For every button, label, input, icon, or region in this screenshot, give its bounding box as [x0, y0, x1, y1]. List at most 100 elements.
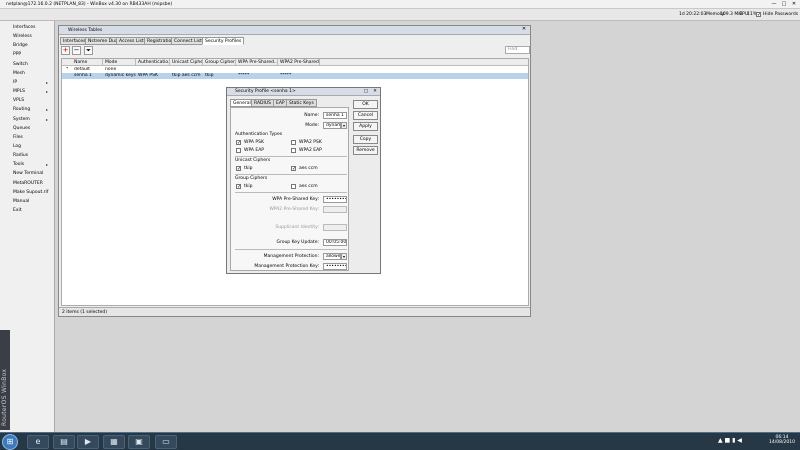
- unicast-tkip-checkbox[interactable]: ✓: [236, 166, 241, 172]
- close-button[interactable]: ✕: [790, 1, 798, 8]
- menu-item-new-terminal[interactable]: New Terminal: [13, 171, 43, 176]
- wireless-tables-titlebar[interactable]: Wireless Tables ✕: [59, 26, 530, 35]
- divider: [235, 192, 347, 193]
- maximize-button[interactable]: □: [780, 1, 788, 8]
- copy-button[interactable]: Copy: [353, 135, 378, 144]
- ie-icon[interactable]: e: [27, 435, 49, 449]
- supplicant-label: Supplicant Identity:: [275, 225, 319, 230]
- explorer-icon[interactable]: ▤: [53, 435, 75, 449]
- group-key-update-field[interactable]: 00:05:00: [323, 239, 347, 246]
- menu-item-bridge[interactable]: Bridge: [13, 43, 28, 48]
- tab-radius[interactable]: RADIUS: [251, 99, 274, 107]
- tab-connect-list[interactable]: Connect List: [171, 37, 205, 45]
- mgmt-key-field[interactable]: ••••••••: [323, 263, 347, 270]
- minimize-icon[interactable]: □: [362, 88, 370, 95]
- add-icon[interactable]: +: [61, 46, 70, 55]
- table-cell-wpa: *****: [238, 73, 250, 78]
- menu-item-switch[interactable]: Switch: [13, 62, 28, 67]
- menu-item-manual[interactable]: Manual: [13, 199, 29, 204]
- taskbar: ⊞ e ▤ ▶ ▦ ▣ ▭ ▲ ■ ▮ ◀ 06:14 14/08/2010: [0, 432, 800, 450]
- unicast-aes-checkbox[interactable]: ✓: [291, 166, 296, 172]
- mgmt-protection-select[interactable]: allowed: [323, 253, 341, 260]
- menu-item-ip[interactable]: IP: [13, 80, 17, 85]
- menu-item-system[interactable]: System: [13, 117, 30, 122]
- system-tray[interactable]: ▲ ■ ▮ ◀: [718, 437, 742, 444]
- table-header: NameModeAuthenticatio...Unicast CiphersG…: [62, 59, 528, 66]
- tab-access-list[interactable]: Access List: [116, 37, 147, 45]
- dialog-titlebar[interactable]: Security Profile <senha 1> □ ✕: [227, 88, 380, 96]
- column-header[interactable]: Authenticatio...: [136, 59, 170, 66]
- menu-item-radius[interactable]: Radius: [13, 153, 28, 158]
- remove-icon[interactable]: −: [72, 46, 81, 55]
- group-aes-checkbox[interactable]: [291, 184, 296, 189]
- cancel-button[interactable]: Cancel: [353, 111, 378, 120]
- wpa-psk-checkbox[interactable]: ✓: [236, 140, 241, 146]
- title-bar: netplan@172.16.0.2 (NETPLAN_83) - WinBox…: [0, 0, 800, 9]
- wpa2-eap-checkbox[interactable]: [291, 148, 296, 153]
- close-icon[interactable]: ✕: [371, 88, 379, 95]
- chevron-down-icon[interactable]: ▾: [341, 253, 347, 260]
- general-pane: Name: senha 1 Mode: dynamic keys ▾ Authe…: [230, 107, 349, 271]
- column-header[interactable]: WPA Pre-Shared...: [236, 59, 278, 66]
- menu-item-interfaces[interactable]: Interfaces: [13, 25, 36, 30]
- column-header[interactable]: WPA2 Pre-Shared...: [278, 59, 320, 66]
- tab-static-keys[interactable]: Static Keys: [286, 99, 317, 107]
- submenu-arrow-icon: ▸: [46, 107, 49, 113]
- menu-item-wireless[interactable]: Wireless: [13, 34, 32, 39]
- menu-item-queues[interactable]: Queues: [13, 126, 30, 131]
- mode-select[interactable]: dynamic keys: [323, 122, 341, 129]
- media-player-icon[interactable]: ▶: [77, 435, 99, 449]
- network-app-icon[interactable]: ▦: [103, 435, 125, 449]
- find-input[interactable]: Find: [505, 46, 530, 54]
- minimize-button[interactable]: —: [770, 1, 778, 8]
- wpa-eap-checkbox[interactable]: [236, 148, 241, 153]
- menu-item-files[interactable]: Files: [13, 135, 23, 140]
- menu-item-vpls[interactable]: VPLS: [13, 98, 24, 103]
- table-row[interactable]: senha 1 dynamic keys WPA PSK tkip aes ccm tk…: [62, 73, 528, 79]
- column-header[interactable]: Unicast Ciphers: [170, 59, 203, 66]
- chevron-down-icon[interactable]: ▾: [341, 122, 347, 129]
- window-icon[interactable]: ▭: [155, 435, 177, 449]
- tab-security-profiles[interactable]: Security Profiles: [202, 37, 245, 45]
- supplicant-field[interactable]: [323, 224, 347, 231]
- submenu-arrow-icon: ▸: [46, 116, 49, 122]
- ok-button[interactable]: OK: [353, 100, 378, 109]
- menu-item-log[interactable]: Log: [13, 144, 21, 149]
- menu-item-metarouter[interactable]: MetaROUTER: [13, 181, 43, 186]
- hide-passwords-checkbox[interactable]: ✓: [756, 12, 761, 18]
- menu-item-routing[interactable]: Routing: [13, 107, 30, 112]
- column-header[interactable]: Mode: [103, 59, 136, 66]
- auth-types-label: Authentication Types: [235, 132, 283, 137]
- wpa2-key-label: WPA2 Pre-Shared Key:: [269, 207, 319, 212]
- wpa2-key-field[interactable]: [323, 206, 347, 213]
- winbox-icon[interactable]: ▣: [128, 435, 150, 449]
- name-field[interactable]: senha 1: [323, 112, 347, 119]
- column-header[interactable]: Group Ciphers: [203, 59, 236, 66]
- clock[interactable]: 06:14 14/08/2010: [768, 435, 796, 445]
- wpa2-psk-checkbox[interactable]: [291, 140, 296, 145]
- menu-item-ppp[interactable]: PPP: [13, 52, 21, 57]
- menu-item-mesh[interactable]: Mesh: [13, 71, 25, 76]
- apply-button[interactable]: Apply: [353, 122, 378, 131]
- menu-item-make-supout-rif[interactable]: Make Supout.rif: [13, 190, 48, 195]
- wpa-key-field[interactable]: ••••••••••••••••••: [323, 196, 347, 203]
- status-toolbar: 1d 20:22:03 Memory: 109.3 MiB CPU: 11% ✓…: [0, 9, 800, 21]
- wpa2-psk-label: WPA2 PSK: [299, 140, 322, 145]
- submenu-arrow-icon: ▸: [46, 162, 49, 168]
- filter-icon[interactable]: ⏷: [84, 46, 93, 55]
- table-cell-unicast: tkip aes ccm: [172, 73, 201, 78]
- remove-button[interactable]: Remove: [353, 146, 378, 155]
- menu-item-tools[interactable]: Tools: [13, 162, 24, 167]
- divider: [235, 156, 347, 157]
- menu-item-mpls[interactable]: MPLS: [13, 89, 25, 94]
- uptime: 1d 20:22:03: [679, 12, 707, 17]
- unicast-tkip-label: tkip: [244, 166, 253, 171]
- menu-item-exit[interactable]: Exit: [13, 208, 22, 213]
- close-icon[interactable]: ✕: [520, 26, 528, 33]
- group-key-update-label: Group Key Update:: [276, 240, 319, 245]
- group-tkip-checkbox[interactable]: ✓: [236, 184, 241, 190]
- brand-label: RouterOS WinBox: [1, 368, 8, 426]
- column-header[interactable]: Name: [72, 59, 103, 66]
- start-button[interactable]: ⊞: [2, 434, 18, 450]
- table-cell-name: senha 1: [74, 73, 92, 78]
